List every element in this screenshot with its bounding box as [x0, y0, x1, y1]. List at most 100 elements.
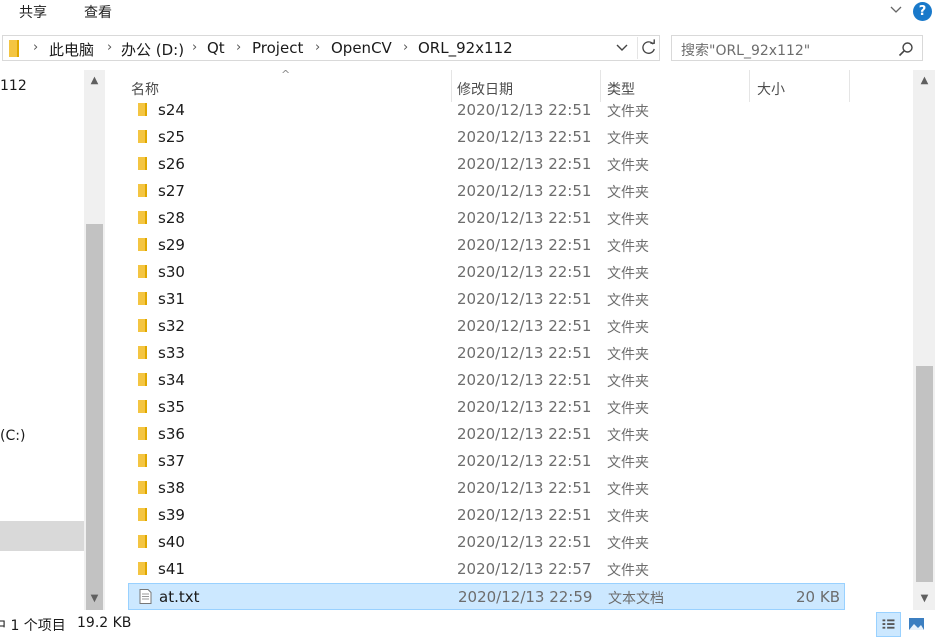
- column-header-name[interactable]: 名称: [131, 79, 159, 99]
- file-modified-date: 2020/12/13 22:51: [457, 155, 592, 173]
- tab-share[interactable]: 共享: [19, 2, 47, 22]
- file-modified-date: 2020/12/13 22:51: [457, 452, 592, 470]
- folder-icon: [138, 130, 147, 143]
- file-type: 文件夹: [607, 563, 649, 579]
- column-divider[interactable]: [849, 70, 850, 102]
- file-name: s35: [158, 398, 185, 416]
- file-list-scrollbar-thumb[interactable]: [916, 366, 933, 582]
- folder-icon: [138, 454, 147, 467]
- table-row[interactable]: s24 2020/12/13 22:51 文件夹: [128, 97, 845, 124]
- column-header-type[interactable]: 类型: [607, 79, 635, 99]
- file-name: s27: [158, 182, 185, 200]
- nav-item-selected[interactable]: [0, 521, 84, 551]
- scroll-up-icon[interactable]: ▲: [86, 72, 103, 89]
- details-view-icon[interactable]: [876, 612, 901, 637]
- nav-scrollbar[interactable]: ▲ ▼: [84, 70, 105, 624]
- nav-item-drive-c[interactable]: (C:): [0, 428, 25, 444]
- file-name: s24: [158, 101, 185, 119]
- table-row[interactable]: s30 2020/12/13 22:51 文件夹: [128, 259, 845, 286]
- breadcrumb-this-pc[interactable]: 此电脑: [49, 39, 94, 60]
- breadcrumb-opencv[interactable]: OpenCV: [331, 39, 392, 57]
- table-row[interactable]: s32 2020/12/13 22:51 文件夹: [128, 313, 845, 340]
- folder-icon: [138, 157, 147, 170]
- file-name: s30: [158, 263, 185, 281]
- breadcrumb-separator-icon[interactable]: ›: [107, 40, 112, 55]
- file-type: 文件夹: [607, 158, 649, 174]
- folder-icon: [138, 211, 147, 224]
- column-header-date[interactable]: 修改日期: [457, 79, 513, 99]
- file-modified-date: 2020/12/13 22:51: [457, 425, 592, 443]
- file-name: s31: [158, 290, 185, 308]
- breadcrumb-project[interactable]: Project: [252, 39, 303, 57]
- table-row[interactable]: s27 2020/12/13 22:51 文件夹: [128, 178, 845, 205]
- file-type: 文件夹: [607, 455, 649, 471]
- breadcrumb-separator-icon[interactable]: ›: [236, 40, 241, 55]
- refresh-icon[interactable]: [637, 37, 659, 59]
- file-list-scrollbar[interactable]: ▲ ▼: [913, 70, 935, 610]
- folder-icon: [138, 427, 147, 440]
- address-bar[interactable]: › 此电脑 › 办公 (D:) › Qt › Project › OpenCV …: [2, 35, 660, 61]
- file-modified-date: 2020/12/13 22:51: [457, 236, 592, 254]
- nav-scrollbar-thumb[interactable]: [86, 224, 103, 624]
- scroll-down-icon[interactable]: ▼: [86, 590, 103, 607]
- table-row[interactable]: at.txt 2020/12/13 22:59 文本文档 20 KB: [128, 583, 845, 610]
- table-row[interactable]: s37 2020/12/13 22:51 文件夹: [128, 448, 845, 475]
- file-name: s28: [158, 209, 185, 227]
- folder-icon: [138, 373, 147, 386]
- breadcrumb-separator-icon[interactable]: ›: [403, 40, 408, 55]
- help-button[interactable]: ?: [913, 2, 932, 21]
- file-type: 文件夹: [607, 347, 649, 363]
- search-icon[interactable]: [898, 41, 914, 57]
- breadcrumb-separator-icon[interactable]: ›: [192, 40, 197, 55]
- folder-icon: [138, 562, 147, 575]
- file-modified-date: 2020/12/13 22:51: [457, 479, 592, 497]
- expand-ribbon-chevron-icon[interactable]: [889, 2, 903, 16]
- file-modified-date: 2020/12/13 22:57: [457, 560, 592, 578]
- table-row[interactable]: s26 2020/12/13 22:51 文件夹: [128, 151, 845, 178]
- table-row[interactable]: s35 2020/12/13 22:51 文件夹: [128, 394, 845, 421]
- tab-view[interactable]: 查看: [84, 2, 112, 22]
- file-name: s41: [158, 560, 185, 578]
- selected-count: 中 1 个项目: [0, 618, 66, 634]
- scroll-down-icon[interactable]: ▼: [916, 590, 933, 607]
- file-modified-date: 2020/12/13 22:51: [457, 101, 592, 119]
- file-modified-date: 2020/12/13 22:59: [458, 588, 593, 606]
- file-type: 文件夹: [607, 536, 649, 552]
- file-name: s32: [158, 317, 185, 335]
- column-header-size[interactable]: 大小: [757, 79, 785, 99]
- table-row[interactable]: s40 2020/12/13 22:51 文件夹: [128, 529, 845, 556]
- table-row[interactable]: s39 2020/12/13 22:51 文件夹: [128, 502, 845, 529]
- file-modified-date: 2020/12/13 22:51: [457, 263, 592, 281]
- nav-item-folder[interactable]: 112: [0, 78, 27, 94]
- breadcrumb-separator-icon[interactable]: ›: [315, 40, 320, 55]
- file-name: s29: [158, 236, 185, 254]
- table-row[interactable]: s34 2020/12/13 22:51 文件夹: [128, 367, 845, 394]
- file-name: s26: [158, 155, 185, 173]
- file-modified-date: 2020/12/13 22:51: [457, 533, 592, 551]
- breadcrumb-separator-icon[interactable]: ›: [33, 40, 38, 55]
- table-row[interactable]: s31 2020/12/13 22:51 文件夹: [128, 286, 845, 313]
- table-row[interactable]: s28 2020/12/13 22:51 文件夹: [128, 205, 845, 232]
- table-row[interactable]: s33 2020/12/13 22:51 文件夹: [128, 340, 845, 367]
- table-row[interactable]: s36 2020/12/13 22:51 文件夹: [128, 421, 845, 448]
- breadcrumb-orl[interactable]: ORL_92x112: [418, 39, 513, 57]
- selected-size: 19.2 KB: [77, 615, 132, 631]
- file-list: ^ 名称 修改日期 类型 大小 s24 2020/12/13 22:51 文件夹 s2…: [106, 70, 913, 610]
- breadcrumb-drive-d[interactable]: 办公 (D:): [121, 39, 184, 60]
- table-row[interactable]: s29 2020/12/13 22:51 文件夹: [128, 232, 845, 259]
- file-name: s38: [158, 479, 185, 497]
- folder-icon: [138, 346, 147, 359]
- table-row[interactable]: s38 2020/12/13 22:51 文件夹: [128, 475, 845, 502]
- table-row[interactable]: s41 2020/12/13 22:57 文件夹: [128, 556, 845, 583]
- search-input[interactable]: 搜索"ORL_92x112": [671, 35, 923, 61]
- file-type: 文件夹: [607, 320, 649, 336]
- file-modified-date: 2020/12/13 22:51: [457, 317, 592, 335]
- breadcrumb-qt[interactable]: Qt: [207, 39, 225, 57]
- file-type: 文件夹: [607, 131, 649, 147]
- table-row[interactable]: s25 2020/12/13 22:51 文件夹: [128, 124, 845, 151]
- folder-icon: [138, 400, 147, 413]
- scroll-up-icon[interactable]: ▲: [916, 72, 933, 89]
- address-history-chevron-icon[interactable]: [615, 40, 629, 54]
- large-icons-view-icon[interactable]: [904, 612, 929, 637]
- ribbon-tab-bar: 共享 查看 ?: [0, 0, 935, 25]
